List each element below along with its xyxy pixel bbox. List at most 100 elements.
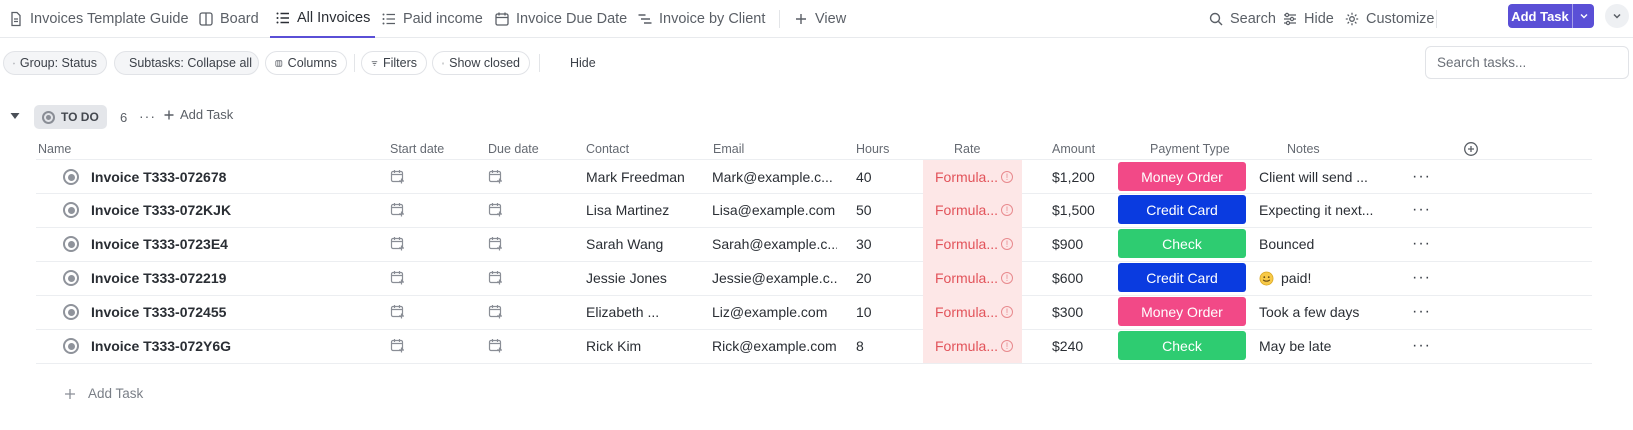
more-options-icon[interactable]: ··· — [139, 108, 156, 124]
email-cell[interactable]: Rick@example.com — [712, 329, 837, 363]
add-task-button[interactable]: Add Task — [1508, 4, 1594, 28]
columns-button[interactable]: Columns — [265, 51, 347, 75]
table-row[interactable]: Invoice T333-0723E4 Sarah Wang Sarah@exa… — [36, 227, 1592, 262]
table-row[interactable]: Invoice T333-072Y6G Rick Kim Rick@exampl… — [36, 329, 1592, 364]
calendar-add-icon[interactable] — [390, 202, 405, 217]
task-status-icon[interactable] — [63, 169, 79, 185]
add-column-icon[interactable] — [1463, 141, 1479, 157]
column-header-amount[interactable]: Amount — [1052, 142, 1095, 156]
contact-cell[interactable]: Lisa Martinez — [586, 193, 706, 227]
payment-type-badge[interactable]: Money Order — [1118, 297, 1246, 326]
column-header-start-date[interactable]: Start date — [390, 142, 444, 156]
calendar-add-icon[interactable] — [390, 338, 405, 353]
notes-cell[interactable]: Bounced — [1259, 227, 1384, 261]
rate-cell[interactable]: Formula... ! — [923, 329, 1022, 363]
add-view-button[interactable]: View — [793, 0, 846, 38]
task-name[interactable]: Invoice T333-072219 — [91, 261, 226, 295]
calendar-add-icon[interactable] — [390, 169, 405, 184]
task-name[interactable]: Invoice T333-072455 — [91, 295, 226, 329]
rate-cell[interactable]: Formula... ! — [923, 295, 1022, 329]
hide-filter-button[interactable]: Hide — [570, 51, 596, 75]
task-status-icon[interactable] — [63, 304, 79, 320]
calendar-add-icon[interactable] — [390, 236, 405, 251]
notes-cell[interactable]: Client will send ... — [1259, 160, 1384, 194]
table-row[interactable]: Invoice T333-072219 Jessie Jones Jessie@… — [36, 261, 1592, 296]
calendar-add-icon[interactable] — [488, 169, 503, 184]
group-add-task-button[interactable]: Add Task — [163, 107, 233, 122]
payment-type-badge[interactable]: Money Order — [1118, 162, 1246, 191]
hide-view-button[interactable]: Hide — [1282, 0, 1334, 38]
collapse-header-button[interactable] — [1605, 4, 1629, 28]
calendar-add-icon[interactable] — [488, 202, 503, 217]
notes-cell[interactable]: paid! — [1259, 261, 1384, 295]
search-view-button[interactable]: Search — [1208, 0, 1276, 38]
tab-all-invoices[interactable]: All Invoices — [270, 0, 376, 38]
email-cell[interactable]: Lisa@example.com — [712, 193, 837, 227]
column-header-rate[interactable]: Rate — [954, 142, 980, 156]
search-tasks-input[interactable] — [1425, 46, 1629, 79]
tab-paid-income[interactable]: Paid income — [381, 0, 483, 38]
column-header-due-date[interactable]: Due date — [488, 142, 539, 156]
task-status-icon[interactable] — [63, 338, 79, 354]
task-name[interactable]: Invoice T333-072678 — [91, 160, 226, 194]
column-header-name[interactable]: Name — [38, 142, 71, 156]
tab-invoice-by-client[interactable]: Invoice by Client — [637, 0, 765, 38]
rate-cell[interactable]: Formula... ! — [923, 227, 1022, 261]
contact-cell[interactable]: Jessie Jones — [586, 261, 706, 295]
email-cell[interactable]: Jessie@example.c... — [712, 261, 837, 295]
row-more-icon[interactable]: ··· — [1412, 168, 1431, 186]
task-name[interactable]: Invoice T333-072Y6G — [91, 329, 231, 363]
rate-cell[interactable]: Formula... ! — [923, 160, 1022, 194]
table-row[interactable]: Invoice T333-072678 Mark Freedman Mark@e… — [36, 159, 1592, 194]
row-more-icon[interactable]: ··· — [1412, 269, 1431, 287]
contact-cell[interactable]: Sarah Wang — [586, 227, 706, 261]
notes-cell[interactable]: May be late — [1259, 329, 1384, 363]
payment-type-badge[interactable]: Check — [1118, 331, 1246, 360]
notes-cell[interactable]: Took a few days — [1259, 295, 1384, 329]
tab-board[interactable]: Board — [198, 0, 259, 38]
task-name[interactable]: Invoice T333-072KJK — [91, 193, 231, 227]
rate-cell[interactable]: Formula... ! — [923, 261, 1022, 295]
add-task-row-button[interactable]: Add Task — [64, 386, 143, 401]
column-header-payment-type[interactable]: Payment Type — [1150, 142, 1230, 156]
contact-cell[interactable]: Mark Freedman — [586, 160, 706, 194]
calendar-add-icon[interactable] — [488, 270, 503, 285]
filters-button[interactable]: Filters — [361, 51, 427, 75]
row-more-icon[interactable]: ··· — [1412, 201, 1431, 219]
subtasks-button[interactable]: Subtasks: Collapse all — [114, 51, 259, 75]
row-more-icon[interactable]: ··· — [1412, 235, 1431, 253]
column-header-hours[interactable]: Hours — [856, 142, 889, 156]
contact-cell[interactable]: Elizabeth ... — [586, 295, 706, 329]
table-row[interactable]: Invoice T333-072455 Elizabeth ... Liz@ex… — [36, 295, 1592, 330]
email-cell[interactable]: Sarah@example.c... — [712, 227, 837, 261]
group-status-button[interactable]: Group: Status — [3, 51, 107, 75]
column-header-notes[interactable]: Notes — [1287, 142, 1320, 156]
row-more-icon[interactable]: ··· — [1412, 303, 1431, 321]
email-cell[interactable]: Mark@example.c... — [712, 160, 837, 194]
column-header-email[interactable]: Email — [713, 142, 744, 156]
task-status-icon[interactable] — [63, 270, 79, 286]
caret-down-icon[interactable] — [10, 112, 20, 120]
task-status-icon[interactable] — [63, 236, 79, 252]
payment-type-badge[interactable]: Credit Card — [1118, 195, 1246, 224]
payment-type-badge[interactable]: Check — [1118, 229, 1246, 258]
rate-cell[interactable]: Formula... ! — [923, 193, 1022, 227]
add-task-dropdown[interactable] — [1573, 11, 1594, 21]
notes-cell[interactable]: Expecting it next... — [1259, 193, 1384, 227]
table-row[interactable]: Invoice T333-072KJK Lisa Martinez Lisa@e… — [36, 193, 1592, 228]
status-badge[interactable]: TO DO — [34, 105, 107, 129]
payment-type-badge[interactable]: Credit Card — [1118, 263, 1246, 292]
calendar-add-icon[interactable] — [488, 304, 503, 319]
row-more-icon[interactable]: ··· — [1412, 337, 1431, 355]
column-header-contact[interactable]: Contact — [586, 142, 629, 156]
calendar-add-icon[interactable] — [488, 236, 503, 251]
tab-invoices-template-guide[interactable]: Invoices Template Guide — [8, 0, 189, 38]
task-name[interactable]: Invoice T333-0723E4 — [91, 227, 228, 261]
task-status-icon[interactable] — [63, 202, 79, 218]
tab-invoice-due-date[interactable]: Invoice Due Date — [494, 0, 627, 38]
show-closed-button[interactable]: Show closed — [432, 51, 530, 75]
calendar-add-icon[interactable] — [390, 270, 405, 285]
customize-button[interactable]: Customize — [1344, 0, 1435, 38]
calendar-add-icon[interactable] — [488, 338, 503, 353]
email-cell[interactable]: Liz@example.com — [712, 295, 837, 329]
